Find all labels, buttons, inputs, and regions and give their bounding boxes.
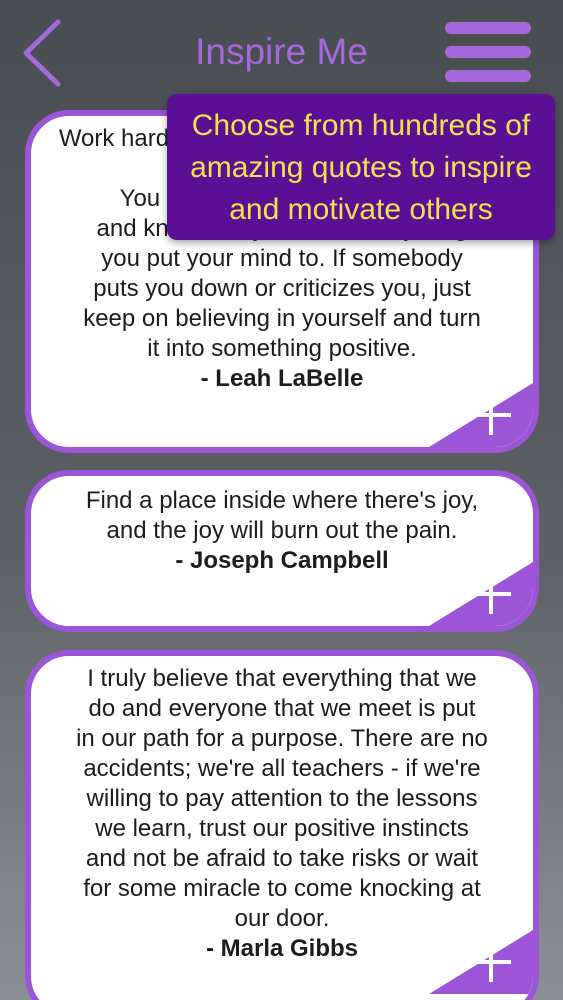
add-quote-button[interactable]	[429, 930, 533, 994]
plus-icon	[429, 562, 533, 626]
feature-tooltip: Choose from hundreds of amazing quotes t…	[167, 94, 555, 240]
quote-card: Find a place inside where there's joy, a…	[25, 470, 539, 632]
plus-icon	[429, 930, 533, 994]
add-quote-button[interactable]	[429, 562, 533, 626]
quote-text: Find a place inside where there's joy, a…	[85, 487, 479, 544]
quote-text: I truly believe that everything that we …	[76, 665, 488, 932]
quote-card: I truly believe that everything that we …	[25, 650, 539, 1000]
plus-icon	[429, 383, 533, 447]
menu-button[interactable]	[445, 22, 531, 82]
header-bar: Inspire Me	[0, 0, 563, 104]
add-quote-button[interactable]	[429, 383, 533, 447]
